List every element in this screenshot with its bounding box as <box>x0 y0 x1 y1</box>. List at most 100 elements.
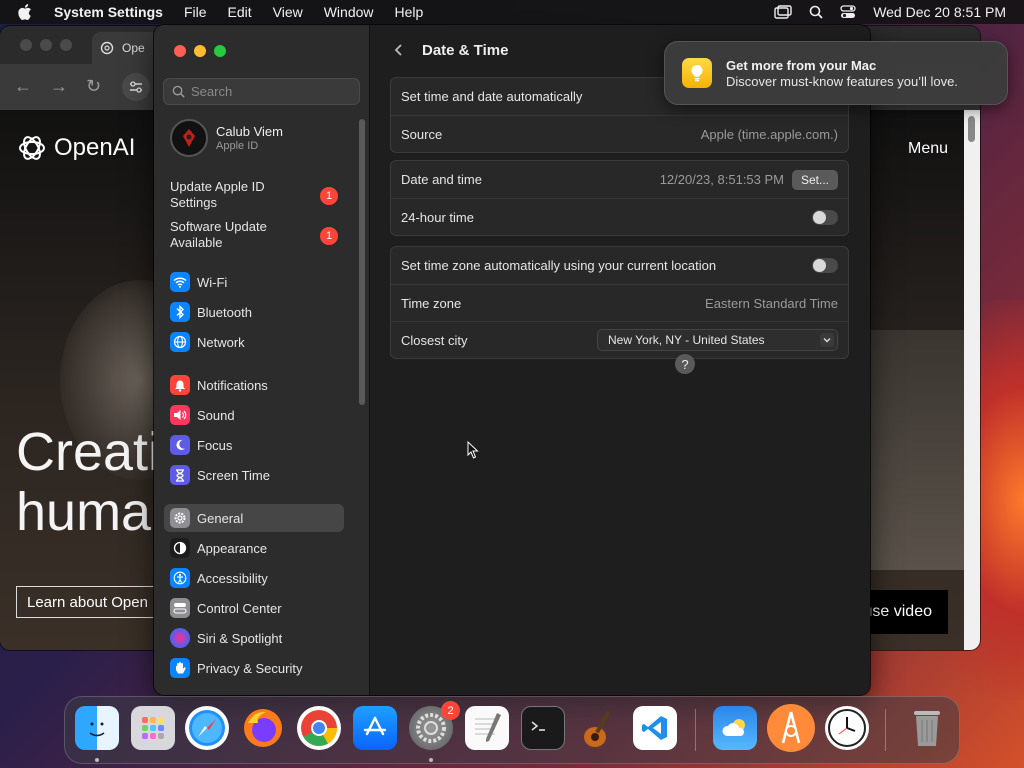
openai-logo-text: OpenAI <box>54 134 136 161</box>
sidebar-item-label: Screen Time <box>197 467 270 483</box>
screen-mirroring-icon[interactable] <box>774 5 792 19</box>
browser-zoom-button[interactable] <box>60 39 72 51</box>
sidebar-item-accessibility[interactable]: Accessibility <box>164 564 344 592</box>
avatar-emblem-icon <box>183 129 195 147</box>
chevron-left-icon[interactable] <box>392 43 406 57</box>
menu-help[interactable]: Help <box>395 4 424 20</box>
bluetooth-icon <box>170 302 190 322</box>
help-button[interactable]: ? <box>675 354 695 374</box>
dock-launchpad-icon[interactable] <box>131 706 175 750</box>
browser-scrollbar-thumb[interactable] <box>968 116 975 142</box>
time-zone-group: Set time zone automatically using your c… <box>390 246 849 359</box>
browser-forward-icon[interactable]: → <box>50 76 68 97</box>
mouse-cursor-icon <box>467 441 479 459</box>
dock-firefox-icon[interactable] <box>241 706 285 750</box>
closest-city-select[interactable]: New York, NY - United States <box>597 329 838 351</box>
closest-city-row: Closest city New York, NY - United State… <box>391 321 848 358</box>
sidebar-item-sound[interactable]: Sound <box>164 401 344 429</box>
sidebar-item-bluetooth[interactable]: Bluetooth <box>164 298 344 326</box>
browser-scrollbar[interactable] <box>964 110 980 650</box>
source-value[interactable]: Apple (time.apple.com.) <box>701 127 838 142</box>
settings-minimize-button[interactable] <box>194 45 206 57</box>
sidebar-item-notifications[interactable]: Notifications <box>164 371 344 399</box>
sidebar-item-wifi[interactable]: Wi-Fi <box>164 268 344 296</box>
date-time-label: Date and time <box>401 172 482 187</box>
page-title: Date & Time <box>422 41 509 59</box>
alert-label-line-1: Update Apple ID <box>170 179 265 194</box>
apple-id-profile[interactable]: Calub Viem Apple ID <box>170 119 283 157</box>
set-date-time-button[interactable]: Set... <box>792 169 838 190</box>
dock-instruments-icon[interactable] <box>767 704 815 752</box>
tips-notification[interactable]: Get more from your Mac Discover must-kno… <box>664 41 1008 105</box>
dock-separator <box>695 709 696 751</box>
sidebar-item-label: Notifications <box>197 377 268 393</box>
sidebar-item-focus[interactable]: Focus <box>164 431 344 459</box>
globe-icon <box>170 332 190 352</box>
settings-search[interactable] <box>163 78 360 105</box>
dock-clock-icon[interactable] <box>825 706 869 750</box>
browser-close-button[interactable] <box>20 39 32 51</box>
dock-safari-icon[interactable] <box>185 706 229 750</box>
spotlight-search-icon[interactable] <box>809 5 823 19</box>
hero-line-1: Creati <box>16 422 156 482</box>
sidebar-scrollbar[interactable] <box>359 119 365 405</box>
sidebar-item-update-apple-id[interactable]: Update Apple ID Settings 1 <box>170 179 340 211</box>
dock-finder-icon[interactable] <box>75 706 119 750</box>
sidebar-item-privacy-security[interactable]: Privacy & Security <box>164 654 344 682</box>
browser-tab[interactable]: Ope <box>92 32 162 64</box>
dock-vscode-icon[interactable] <box>633 706 677 750</box>
sidebar-item-software-update[interactable]: Software Update Available 1 <box>170 219 340 251</box>
dock-app-store-icon[interactable] <box>353 706 397 750</box>
hand-icon <box>170 658 190 678</box>
siri-icon <box>170 628 190 648</box>
dock-system-settings-icon[interactable]: 2 <box>409 701 460 750</box>
sidebar-item-label: Accessibility <box>197 570 268 586</box>
menu-view[interactable]: View <box>273 4 303 20</box>
menu-window[interactable]: Window <box>324 4 374 20</box>
date-time-group: Date and time 12/20/23, 8:51:53 PM Set..… <box>390 160 849 236</box>
openai-logo[interactable]: OpenAI <box>16 132 135 164</box>
menu-clock[interactable]: Wed Dec 20 8:51 PM <box>873 4 1006 20</box>
sidebar-item-general[interactable]: General <box>164 504 344 532</box>
browser-minimize-button[interactable] <box>40 39 52 51</box>
sidebar-item-siri-spotlight[interactable]: Siri & Spotlight <box>164 624 344 652</box>
site-menu-link[interactable]: Menu <box>908 140 948 158</box>
sidebar-item-screen-time[interactable]: Screen Time <box>164 461 344 489</box>
browser-back-icon[interactable]: ← <box>14 76 32 97</box>
sidebar-item-label: Bluetooth <box>197 304 252 320</box>
dock-weather-icon[interactable] <box>713 706 757 750</box>
hour24-toggle[interactable] <box>812 209 838 225</box>
settings-sidebar: Calub Viem Apple ID Update Apple ID Sett… <box>154 25 370 695</box>
dock-textedit-icon[interactable] <box>465 706 509 750</box>
menu-app-name[interactable]: System Settings <box>54 4 163 20</box>
sidebar-item-control-center[interactable]: Control Center <box>164 594 344 622</box>
dock-garageband-icon[interactable] <box>577 706 621 750</box>
time-zone-label: Time zone <box>401 295 462 311</box>
control-center-icon <box>170 598 190 618</box>
dock-chrome-icon[interactable] <box>297 706 341 750</box>
dock-trash-icon[interactable] <box>905 706 949 750</box>
site-settings-icon[interactable] <box>122 73 150 101</box>
control-center-menu-icon[interactable] <box>840 5 856 19</box>
notification-body: Discover must-know features you’ll love. <box>726 73 958 89</box>
tz-auto-toggle[interactable] <box>812 258 838 273</box>
dock-terminal-icon[interactable] <box>521 706 565 750</box>
hero-line-2: huma <box>16 482 152 542</box>
settings-zoom-button[interactable] <box>214 45 226 57</box>
browser-reload-icon[interactable]: ↻ <box>86 76 101 97</box>
browser-window-controls <box>20 39 72 51</box>
sidebar-item-network[interactable]: Network <box>164 328 344 356</box>
learn-about-button[interactable]: Learn about Open <box>16 586 166 618</box>
time-zone-row: Time zone Eastern Standard Time <box>391 284 848 321</box>
search-input[interactable] <box>191 84 351 99</box>
dock-running-indicator <box>95 758 99 762</box>
sidebar-item-appearance[interactable]: Appearance <box>164 534 344 562</box>
menu-file[interactable]: File <box>184 4 207 20</box>
menu-edit[interactable]: Edit <box>228 4 252 20</box>
alert-label-line-1: Software Update <box>170 219 267 234</box>
apple-menu-icon[interactable] <box>18 4 34 20</box>
avatar <box>170 119 208 157</box>
settings-close-button[interactable] <box>174 45 186 57</box>
lightbulb-icon <box>682 58 712 88</box>
sidebar-item-label: Sound <box>197 407 235 423</box>
